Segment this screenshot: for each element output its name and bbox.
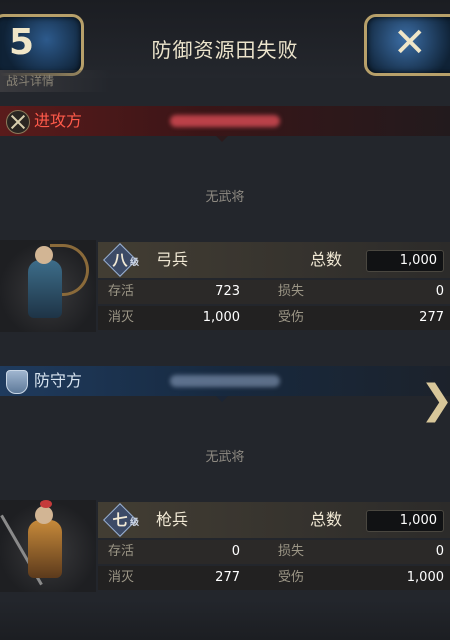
total-label: 总数 xyxy=(310,510,343,529)
battle-details-label: 战斗详情 xyxy=(0,70,110,92)
rank-number: 七 xyxy=(112,511,128,529)
unit-stats-row-2: 消灭 1,000 受伤 277 xyxy=(98,306,450,330)
rank-badge: 七 级 xyxy=(103,503,144,537)
unit-stats-row-1: 存活 723 损失 0 xyxy=(98,280,450,304)
survive-label: 存活 xyxy=(108,544,135,559)
spearman-portrait xyxy=(0,500,96,592)
total-value: 1,000 xyxy=(366,250,444,272)
defender-player-name-blurred xyxy=(170,375,280,387)
archer-head xyxy=(35,246,53,264)
rank-suffix: 级 xyxy=(130,258,140,268)
back-arrow-icon: 5 xyxy=(9,22,35,63)
survive-label: 存活 xyxy=(108,284,135,299)
close-icon: ✕ xyxy=(393,20,427,66)
defender-no-general-text: 无武将 xyxy=(205,450,245,465)
crossed-swords-icon xyxy=(6,110,30,134)
total-value: 1,000 xyxy=(366,510,444,532)
total-label: 总数 xyxy=(310,250,343,269)
wound-value: 1,000 xyxy=(406,570,444,585)
archer-portrait xyxy=(0,240,96,332)
loss-value: 0 xyxy=(435,544,444,559)
close-button[interactable]: ✕ xyxy=(364,14,450,76)
attacker-player-name-blurred xyxy=(170,115,280,127)
kill-label: 消灭 xyxy=(108,310,135,325)
wound-label: 受伤 xyxy=(278,570,305,585)
page-title: 防御资源田失败 xyxy=(151,38,299,62)
attacker-banner: 进攻方 xyxy=(0,106,450,142)
banner-pointer xyxy=(216,396,228,402)
unit-stats-row-2: 消灭 277 受伤 1,000 xyxy=(98,566,450,590)
defender-label: 防守方 xyxy=(34,371,83,390)
archer-body xyxy=(28,260,62,318)
defender-banner: 防守方 xyxy=(0,366,450,402)
kill-label: 消灭 xyxy=(108,570,135,585)
survive-value: 0 xyxy=(231,544,240,559)
shield-icon xyxy=(6,370,28,394)
spearman-body xyxy=(28,520,62,578)
attacker-no-general-text: 无武将 xyxy=(205,190,245,205)
unit-stats-row-1: 存活 0 损失 0 xyxy=(98,540,450,564)
kill-value: 277 xyxy=(215,570,240,585)
loss-label: 损失 xyxy=(278,284,305,299)
banner-pointer xyxy=(216,136,228,142)
defender-unit-row: 七 级 枪兵 总数 1,000 存活 0 损失 0 消灭 277 受伤 1,00… xyxy=(0,500,450,592)
loss-label: 损失 xyxy=(278,544,305,559)
unit-header: 八 级 弓兵 总数 1,000 xyxy=(98,242,450,278)
unit-header: 七 级 枪兵 总数 1,000 xyxy=(98,502,450,538)
attacker-unit-row: 八 级 弓兵 总数 1,000 存活 723 损失 0 消灭 1,000 受伤 … xyxy=(0,240,450,332)
unit-name: 枪兵 xyxy=(156,510,189,529)
spearman-head xyxy=(35,506,53,524)
bottom-fade xyxy=(0,600,450,640)
wound-label: 受伤 xyxy=(278,310,305,325)
loss-value: 0 xyxy=(435,284,444,299)
helmet-plume xyxy=(40,500,52,508)
kill-value: 1,000 xyxy=(202,310,240,325)
back-button[interactable]: 5 xyxy=(0,14,84,76)
attacker-label: 进攻方 xyxy=(34,111,83,130)
unit-name: 弓兵 xyxy=(156,250,189,269)
rank-number: 八 xyxy=(112,251,128,269)
next-arrow-icon[interactable]: ❯ xyxy=(420,378,450,422)
rank-suffix: 级 xyxy=(130,518,140,528)
survive-value: 723 xyxy=(215,284,240,299)
rank-badge: 八 级 xyxy=(103,243,144,277)
wound-value: 277 xyxy=(419,310,444,325)
